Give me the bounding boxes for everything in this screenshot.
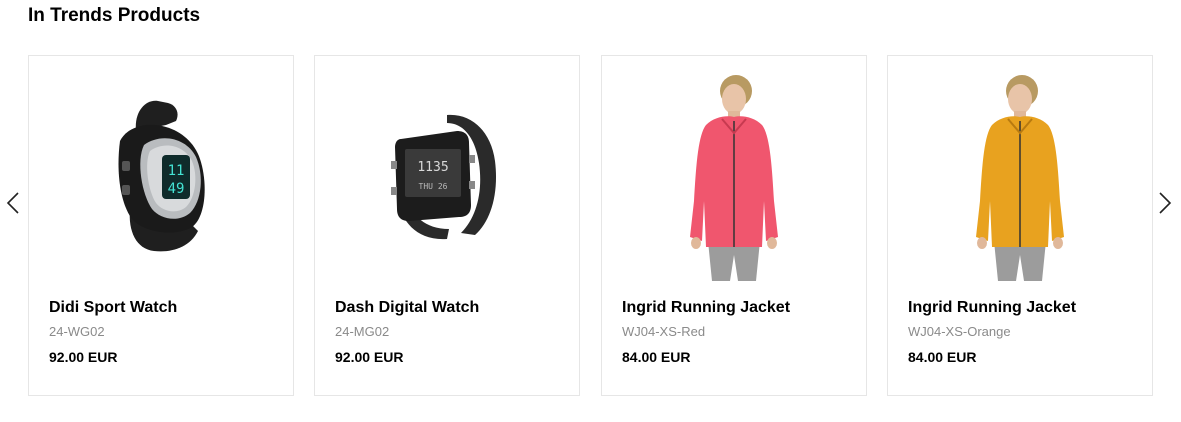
product-card[interactable]: Ingrid Running Jacket WJ04-XS-Orange 84.… — [887, 55, 1153, 396]
product-price: 92.00 EUR — [335, 349, 404, 365]
carousel-next-button[interactable] — [1158, 191, 1172, 215]
product-price: 92.00 EUR — [49, 349, 118, 365]
svg-text:11: 11 — [168, 163, 185, 179]
running-jacket-image — [690, 75, 778, 281]
product-name[interactable]: Ingrid Running Jacket — [908, 298, 1076, 318]
product-name[interactable]: Didi Sport Watch — [49, 298, 177, 318]
chevron-left-icon — [6, 192, 19, 214]
product-name[interactable]: Ingrid Running Jacket — [622, 298, 790, 318]
product-carousel: 11 49 Didi Sport Watch 24-WG02 92.00 EUR… — [0, 55, 1181, 396]
chevron-right-icon — [1159, 192, 1172, 214]
product-sku: 24-MG02 — [335, 324, 390, 339]
product-image[interactable] — [602, 70, 866, 282]
svg-text:1135: 1135 — [417, 160, 448, 175]
product-image[interactable]: 11 49 — [29, 70, 293, 282]
product-image[interactable]: 1135 THU 26 — [315, 70, 579, 282]
product-card[interactable]: Ingrid Running Jacket WJ04-XS-Red 84.00 … — [601, 55, 867, 396]
section-title: In Trends Products — [28, 5, 201, 26]
product-price: 84.00 EUR — [622, 349, 691, 365]
carousel-prev-button[interactable] — [6, 191, 20, 215]
product-sku: WJ04-XS-Red — [622, 324, 706, 339]
svg-text:49: 49 — [168, 181, 185, 197]
svg-text:THU 26: THU 26 — [419, 182, 448, 191]
product-image[interactable] — [888, 70, 1152, 282]
sport-watch-image: 11 49 — [118, 100, 205, 252]
product-name[interactable]: Dash Digital Watch — [335, 298, 479, 318]
product-card[interactable]: 1135 THU 26 Dash Digital Watch 24-MG02 9… — [314, 55, 580, 396]
product-sku: 24-WG02 — [49, 324, 105, 339]
product-card[interactable]: 11 49 Didi Sport Watch 24-WG02 92.00 EUR — [28, 55, 294, 396]
running-jacket-image — [976, 75, 1064, 281]
product-sku: WJ04-XS-Orange — [908, 324, 1011, 339]
digital-watch-image: 1135 THU 26 — [391, 114, 497, 240]
product-price: 84.00 EUR — [908, 349, 977, 365]
